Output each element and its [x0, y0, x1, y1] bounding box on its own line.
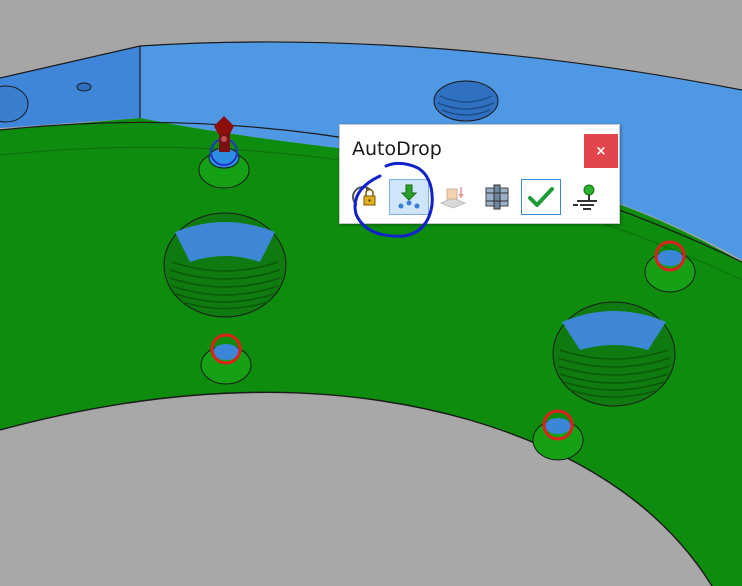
apply-check-button[interactable] [521, 179, 561, 215]
drop-down-arrow-icon [398, 184, 420, 209]
close-button[interactable]: × [584, 134, 618, 168]
dialog-title: AutoDrop [352, 138, 442, 160]
autodrop-dialog[interactable]: AutoDrop × [339, 124, 620, 224]
rim-threaded-hole [433, 80, 499, 122]
cad-viewport[interactable] [0, 0, 742, 586]
autodrop-toolbar [345, 179, 609, 217]
layer-stack-button[interactable] [433, 179, 473, 215]
rotate-lock-icon [352, 186, 376, 206]
rotate-lock-button[interactable] [345, 179, 385, 215]
checkmark-icon [528, 187, 554, 207]
rim-small-hole [76, 82, 92, 92]
layer-stack-icon [439, 187, 467, 209]
close-icon: × [595, 143, 607, 159]
ground-connection-button[interactable] [565, 179, 605, 215]
ground-connection-icon [573, 184, 597, 210]
fastener-section-icon [485, 184, 509, 210]
fastener-section-button[interactable] [477, 179, 517, 215]
large-threaded-hole-right [552, 301, 676, 407]
large-threaded-hole-left [163, 212, 287, 318]
autodrop-button[interactable] [389, 179, 429, 215]
